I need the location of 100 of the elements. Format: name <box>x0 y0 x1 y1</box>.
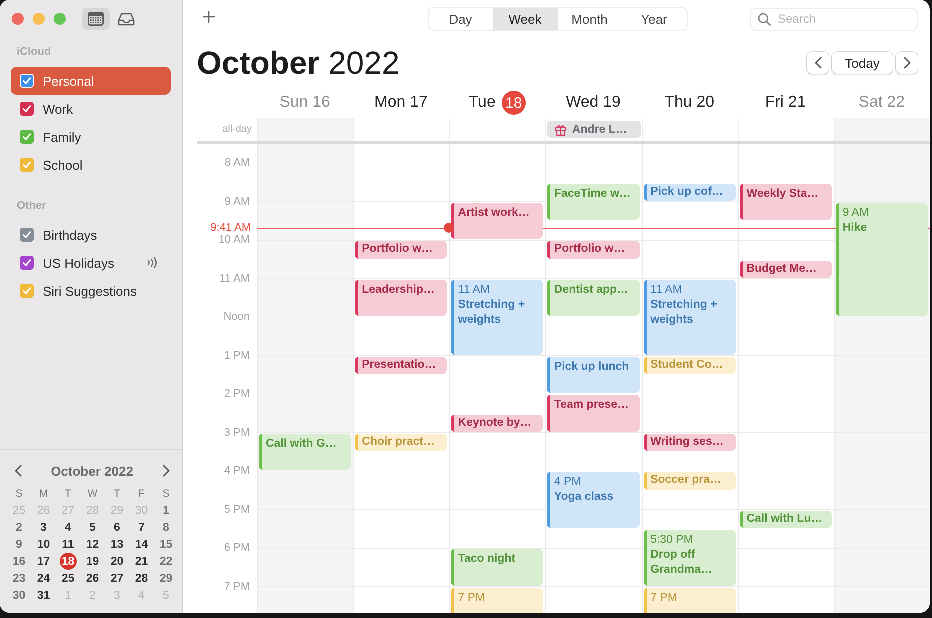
hour-label: 7 PM <box>224 580 250 593</box>
mini-calendar-day[interactable]: 7 <box>133 519 150 536</box>
event-time: 11 AM <box>458 282 490 298</box>
mini-calendar-day[interactable]: 11 <box>60 536 77 553</box>
mini-calendar-day[interactable]: 10 <box>35 536 52 553</box>
mini-calendar-day[interactable]: 23 <box>10 570 28 587</box>
mini-calendar-day[interactable]: 16 <box>10 553 28 570</box>
calendar-item[interactable]: Birthdays <box>11 221 171 249</box>
calendar-event[interactable]: Leadership… <box>355 280 448 316</box>
calendar-event[interactable]: Pick up cof… <box>644 184 736 201</box>
today-button[interactable]: Today <box>832 52 893 74</box>
hour-label: 10 AM <box>218 234 250 246</box>
calendar-event[interactable]: Soccer pra… <box>644 472 736 490</box>
calendar-event[interactable]: Choir pract… <box>355 434 448 451</box>
calendar-event[interactable]: 7 PM <box>451 588 544 613</box>
calendar-event[interactable]: FaceTime w… <box>547 184 640 220</box>
mini-calendar-day[interactable]: 13 <box>108 536 126 553</box>
mini-calendar-day[interactable]: 15 <box>158 536 175 553</box>
mini-calendar-day[interactable]: 22 <box>158 553 175 570</box>
event-title: Soccer pra… <box>650 473 722 488</box>
calendar-item[interactable]: School <box>11 151 171 179</box>
calendar-event[interactable]: Artist work… <box>451 202 544 240</box>
calendar-event[interactable]: Writing ses… <box>644 434 736 451</box>
mini-calendar-day[interactable]: 25 <box>60 570 77 587</box>
calendar-checkbox[interactable] <box>20 130 34 144</box>
mini-calendar-day[interactable]: 28 <box>133 570 150 587</box>
mini-calendar-day[interactable]: 18 <box>60 553 77 570</box>
calendar-event[interactable]: Budget Me… <box>740 260 832 278</box>
calendar-item[interactable]: Siri Suggestions <box>11 277 171 305</box>
chevron-right-icon[interactable] <box>162 465 170 477</box>
day-header: Fri 21 <box>765 94 806 112</box>
calendar-event[interactable]: Taco night <box>451 549 544 586</box>
calendar-checkbox[interactable] <box>20 102 34 116</box>
hour-label: 5 PM <box>224 504 250 516</box>
calendar-name: Work <box>43 102 74 116</box>
mini-calendar-day[interactable]: 27 <box>108 570 126 587</box>
mini-calendar-day[interactable]: 8 <box>158 519 175 536</box>
calendar-event[interactable]: Call with G… <box>259 434 352 470</box>
calendar-checkbox[interactable] <box>20 228 34 242</box>
mini-calendar-day[interactable]: 6 <box>108 519 126 536</box>
mini-calendar-day[interactable]: 9 <box>10 536 28 553</box>
calendar-event[interactable]: 4 PM Yoga class <box>547 472 640 528</box>
close-button[interactable] <box>12 13 24 25</box>
mini-calendar-day[interactable]: 31 <box>35 587 52 604</box>
calendar-event[interactable]: 11 AM Stretching + weights <box>644 280 736 355</box>
add-icon[interactable] <box>203 11 215 23</box>
checkmark-icon <box>22 230 32 240</box>
chevron-left-icon[interactable] <box>15 465 22 477</box>
calendar-event[interactable]: 5:30 PM Drop off Grandma… <box>644 530 736 586</box>
calendar-event[interactable]: 9 AM Hike <box>836 202 928 316</box>
mini-calendar-day[interactable]: 12 <box>84 536 102 553</box>
calendar-event[interactable]: Pick up lunch <box>547 356 640 394</box>
calendar-event[interactable]: Student Co… <box>644 356 736 374</box>
event-time: 4 PM <box>554 475 582 490</box>
calendar-item[interactable]: Work <box>11 95 171 123</box>
day-header: Wed 19 <box>566 94 621 112</box>
mini-calendar-day[interactable]: 5 <box>84 519 102 536</box>
calendar-list-button[interactable] <box>82 8 110 30</box>
mini-calendar-day[interactable]: 29 <box>158 570 175 587</box>
view-tab[interactable]: Year <box>622 8 686 30</box>
view-tab[interactable]: Day <box>428 8 493 30</box>
calendar-event[interactable]: 7 PM <box>644 588 736 613</box>
calendar-event[interactable]: Team prese… <box>547 395 640 432</box>
previous-week-button[interactable] <box>807 52 829 74</box>
mini-calendar-day[interactable]: 4 <box>60 519 77 536</box>
mini-calendar-day[interactable]: 3 <box>35 519 52 536</box>
calendar-event[interactable]: Weekly Sta… <box>740 184 832 220</box>
mini-calendar-day[interactable]: 21 <box>133 553 150 570</box>
calendar-event[interactable]: Dentist app… <box>547 280 640 316</box>
calendar-event[interactable]: Call with Lu… <box>740 510 832 528</box>
calendar-event[interactable]: 11 AM Stretching + weights <box>451 280 544 355</box>
calendar-event[interactable]: Keynote by… <box>451 414 544 432</box>
weekday-label: F <box>138 488 145 500</box>
calendar-event[interactable]: Portfolio w… <box>355 241 448 258</box>
calendar-event[interactable]: Presentatio… <box>355 356 448 374</box>
search-field[interactable]: Search <box>750 8 918 30</box>
mini-calendar-day[interactable]: 17 <box>35 553 52 570</box>
next-week-button[interactable] <box>896 52 918 74</box>
event-time: 7 PM <box>650 590 678 606</box>
view-tab[interactable]: Week <box>493 8 558 30</box>
mini-calendar-day[interactable]: 14 <box>133 536 150 553</box>
mini-calendar-day[interactable]: 1 <box>158 502 175 519</box>
mini-calendar-day[interactable]: 26 <box>84 570 102 587</box>
calendar-item[interactable]: Family <box>11 123 171 151</box>
mini-calendar-day[interactable]: 30 <box>10 587 28 604</box>
mini-calendar-day[interactable]: 19 <box>84 553 102 570</box>
event-title: Keynote by… <box>458 416 532 430</box>
mini-calendar-day[interactable]: 20 <box>108 553 126 570</box>
calendar-checkbox[interactable] <box>20 256 34 270</box>
mini-calendar-day[interactable]: 24 <box>35 570 52 587</box>
calendar-item[interactable]: US Holidays <box>11 249 171 277</box>
calendar-name: US Holidays <box>43 256 115 270</box>
mini-calendar-day[interactable]: 2 <box>10 519 28 536</box>
calendar-checkbox[interactable] <box>20 284 34 298</box>
calendar-item[interactable]: Personal <box>11 67 171 95</box>
calendar-event[interactable]: Portfolio w… <box>547 241 640 258</box>
hour-label: 1 PM <box>224 350 250 362</box>
calendar-checkbox[interactable] <box>20 158 34 172</box>
all-day-event[interactable]: Andre L… <box>547 121 641 138</box>
view-tab[interactable]: Month <box>558 8 622 30</box>
